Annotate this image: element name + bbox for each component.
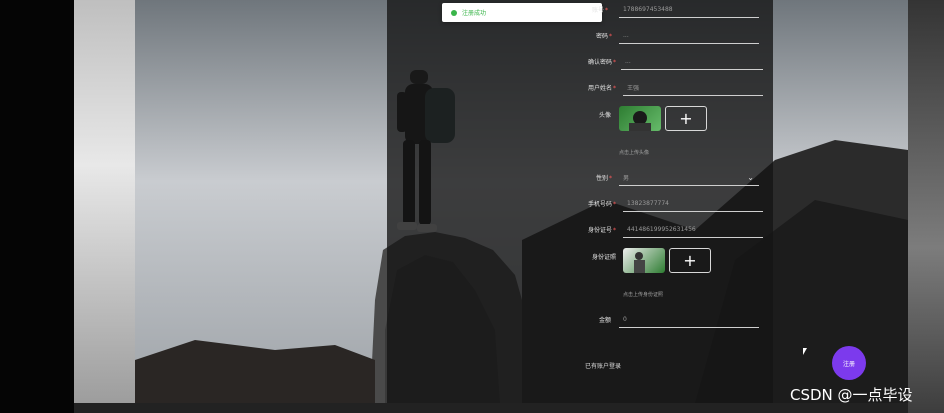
password-input[interactable]: ...: [619, 28, 759, 44]
idphoto-thumbnail: [623, 248, 665, 273]
idphoto-image: [634, 252, 645, 273]
balance-input[interactable]: 0: [619, 312, 759, 328]
left-blur-bar: [0, 0, 74, 413]
avatar-upload-button[interactable]: +: [665, 106, 707, 131]
chevron-down-icon: ⌄: [747, 173, 754, 182]
account-label: 账号*: [591, 7, 608, 14]
phone-label: 手机号码*: [587, 201, 616, 208]
toast-text: 注册成功: [462, 10, 487, 17]
login-link[interactable]: 已有账户登录: [585, 361, 621, 370]
idphoto-label: 身份证照: [591, 254, 616, 261]
register-button[interactable]: 注册: [832, 346, 866, 380]
right-blur-bar: [908, 0, 944, 413]
avatar-image: [629, 111, 651, 131]
check-circle-icon: [451, 9, 457, 16]
idcard-label: 身份证号*: [587, 227, 616, 234]
password-label: 密码*: [595, 33, 612, 40]
plus-icon: +: [683, 251, 697, 270]
account-input[interactable]: 1788697453488: [619, 2, 759, 18]
confirm-password-input[interactable]: ...: [621, 54, 763, 70]
phone-input[interactable]: 13823877774: [623, 196, 763, 212]
idcard-input[interactable]: 441486199952631456: [623, 222, 763, 238]
idphoto-hint: 点击上传身份证照: [623, 292, 664, 298]
gender-select[interactable]: 男 ⌄: [619, 170, 759, 186]
username-input[interactable]: 王强: [623, 80, 763, 96]
watermark: CSDN @一点毕设: [790, 386, 913, 404]
avatar-label: 头像: [598, 112, 611, 119]
plus-icon: +: [679, 109, 693, 128]
username-label: 用户姓名*: [587, 85, 616, 92]
balance-label: 金额: [598, 317, 611, 324]
mouse-cursor: [803, 348, 807, 355]
gender-label: 性别*: [595, 175, 612, 182]
avatar-hint: 点击上传头像: [619, 150, 650, 156]
idphoto-upload-button[interactable]: +: [669, 248, 711, 273]
confirm-password-label: 确认密码*: [587, 59, 616, 66]
bottom-strip: [74, 403, 908, 413]
blurred-bg: [74, 0, 135, 413]
avatar-thumbnail: [619, 106, 661, 131]
